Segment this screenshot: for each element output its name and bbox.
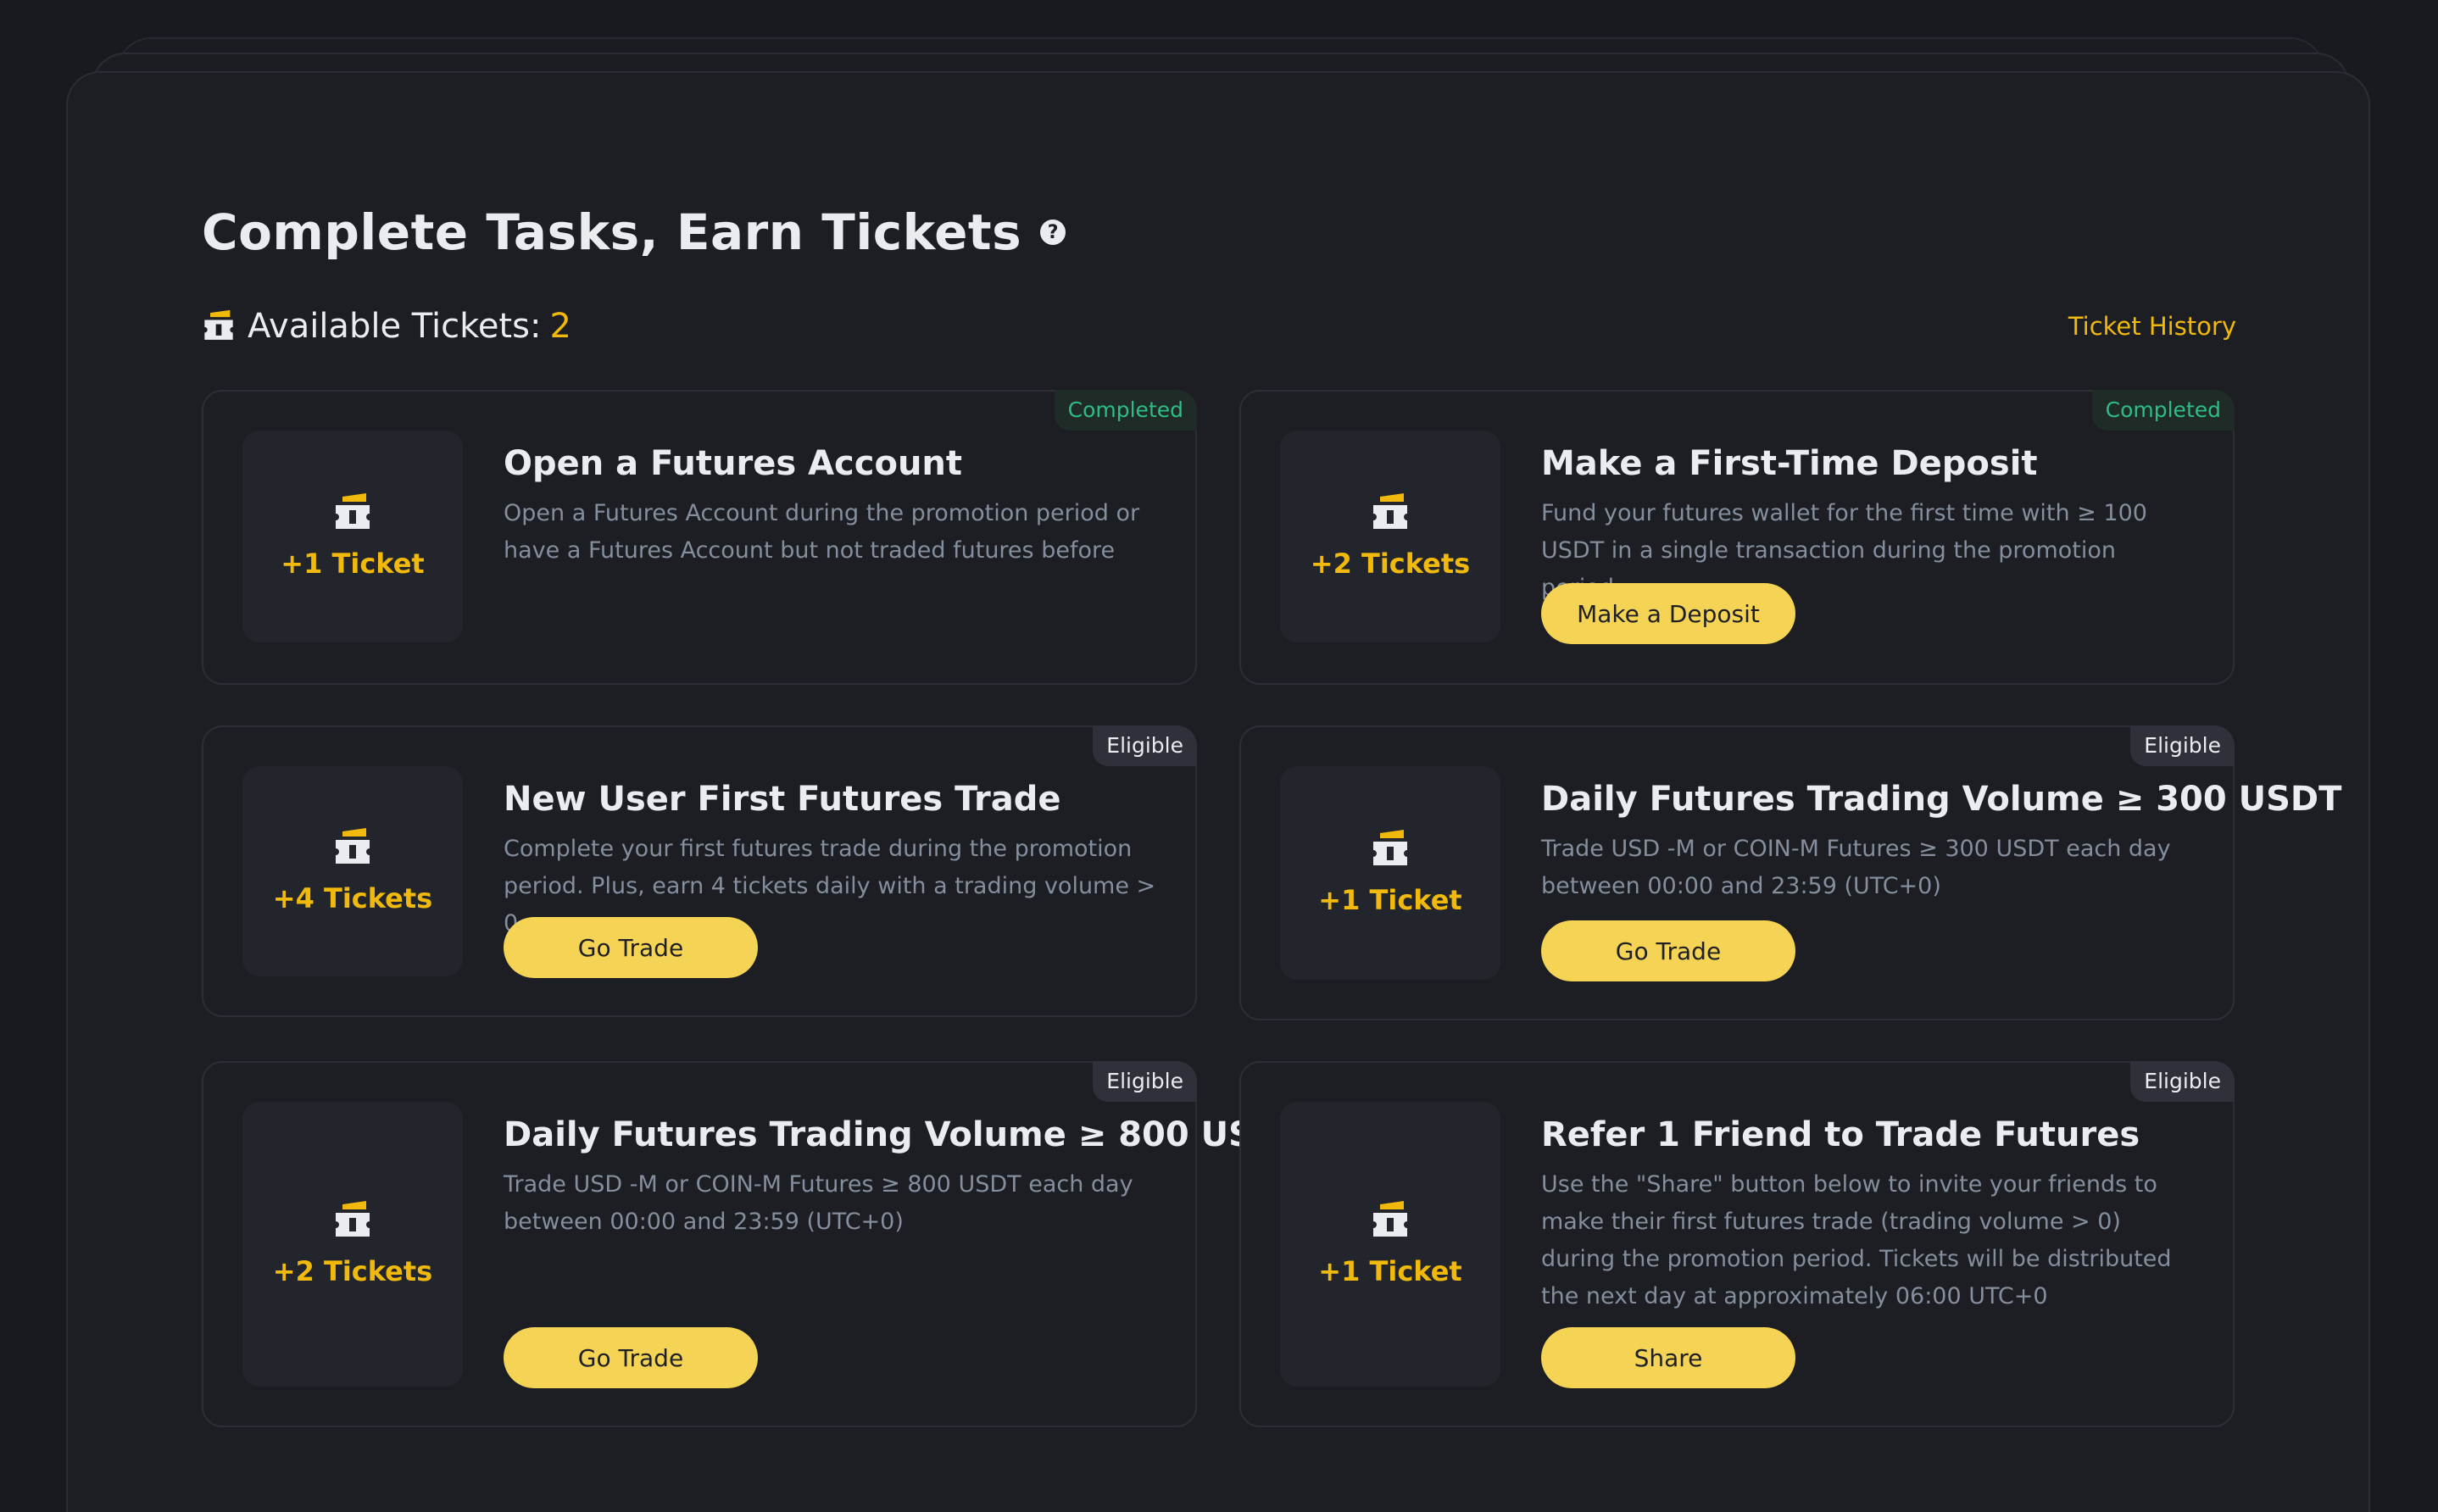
task-title: Open a Futures Account (504, 444, 963, 483)
go-trade-button[interactable]: Go Trade (1541, 920, 1795, 981)
ticket-icon (336, 493, 370, 529)
available-tickets-row: Available Tickets: 2 Ticket History (202, 301, 2236, 352)
status-badge: Eligible (1093, 725, 1197, 766)
reward-text: +4 Tickets (272, 882, 433, 914)
question-circle-icon[interactable]: ? (1040, 220, 1066, 245)
ticket-history-link[interactable]: Ticket History (2068, 312, 2236, 341)
reward-box: +1 Ticket (242, 431, 463, 642)
status-badge: Eligible (2130, 725, 2235, 766)
ticket-icon (336, 1201, 370, 1237)
reward-text: +1 Ticket (1318, 1255, 1462, 1287)
status-badge: Eligible (2130, 1061, 2235, 1102)
task-card-open-futures-account: Completed +1 Ticket Open a Futures Accou… (202, 390, 1197, 685)
task-description: Use the "Share" button below to invite y… (1541, 1171, 2172, 1309)
task-card-first-deposit: Completed +2 Tickets Make a First-Time D… (1239, 390, 2235, 685)
reward-box: +2 Tickets (242, 1102, 463, 1387)
task-description: Open a Futures Account during the promot… (504, 500, 1140, 564)
reward-text: +1 Ticket (1318, 884, 1462, 916)
reward-box: +4 Tickets (242, 766, 463, 976)
share-button[interactable]: Share (1541, 1327, 1795, 1388)
task-description: Trade USD -M or COIN-M Futures ≥ 800 USD… (504, 1171, 1133, 1235)
make-deposit-button[interactable]: Make a Deposit (1541, 583, 1795, 644)
title-row: Complete Tasks, Earn Tickets ? (202, 200, 1066, 264)
ticket-icon (1373, 1201, 1407, 1237)
status-badge: Completed (2091, 390, 2235, 431)
status-badge: Eligible (1093, 1061, 1197, 1102)
task-card-refer-friend: Eligible +1 Ticket Refer 1 Friend to Tra… (1239, 1061, 2235, 1427)
task-title: New User First Futures Trade (504, 780, 1061, 819)
reward-text: +2 Tickets (1310, 548, 1471, 580)
ticket-icon (1373, 493, 1407, 529)
reward-text: +2 Tickets (272, 1255, 433, 1287)
task-description: Trade USD -M or COIN-M Futures ≥ 300 USD… (1541, 836, 2171, 899)
task-title: Daily Futures Trading Volume ≥ 300 USDT (1541, 780, 2342, 819)
task-title: Make a First-Time Deposit (1541, 444, 2038, 483)
reward-text: +1 Ticket (281, 548, 425, 580)
task-title: Daily Futures Trading Volume ≥ 800 USDT (504, 1115, 1305, 1154)
available-tickets-label: Available Tickets: (248, 307, 542, 346)
task-card-first-futures-trade: Eligible +4 Tickets New User First Futur… (202, 725, 1197, 1017)
go-trade-button[interactable]: Go Trade (504, 917, 758, 978)
status-badge: Completed (1054, 390, 1197, 431)
available-tickets-count: 2 (549, 307, 571, 346)
task-card-daily-volume-300: Eligible +1 Ticket Daily Futures Trading… (1239, 725, 2341, 1020)
page-title: Complete Tasks, Earn Tickets (202, 203, 1022, 261)
reward-box: +1 Ticket (1280, 1102, 1500, 1387)
ticket-icon (1373, 830, 1407, 865)
reward-box: +1 Ticket (1280, 766, 1500, 980)
ticket-icon (336, 828, 370, 864)
go-trade-button[interactable]: Go Trade (504, 1327, 758, 1388)
task-title: Refer 1 Friend to Trade Futures (1541, 1115, 2140, 1154)
reward-box: +2 Tickets (1280, 431, 1500, 642)
ticket-icon (204, 309, 233, 340)
task-card-daily-volume-800: Eligible +2 Tickets Daily Futures Tradin… (202, 1061, 1304, 1427)
